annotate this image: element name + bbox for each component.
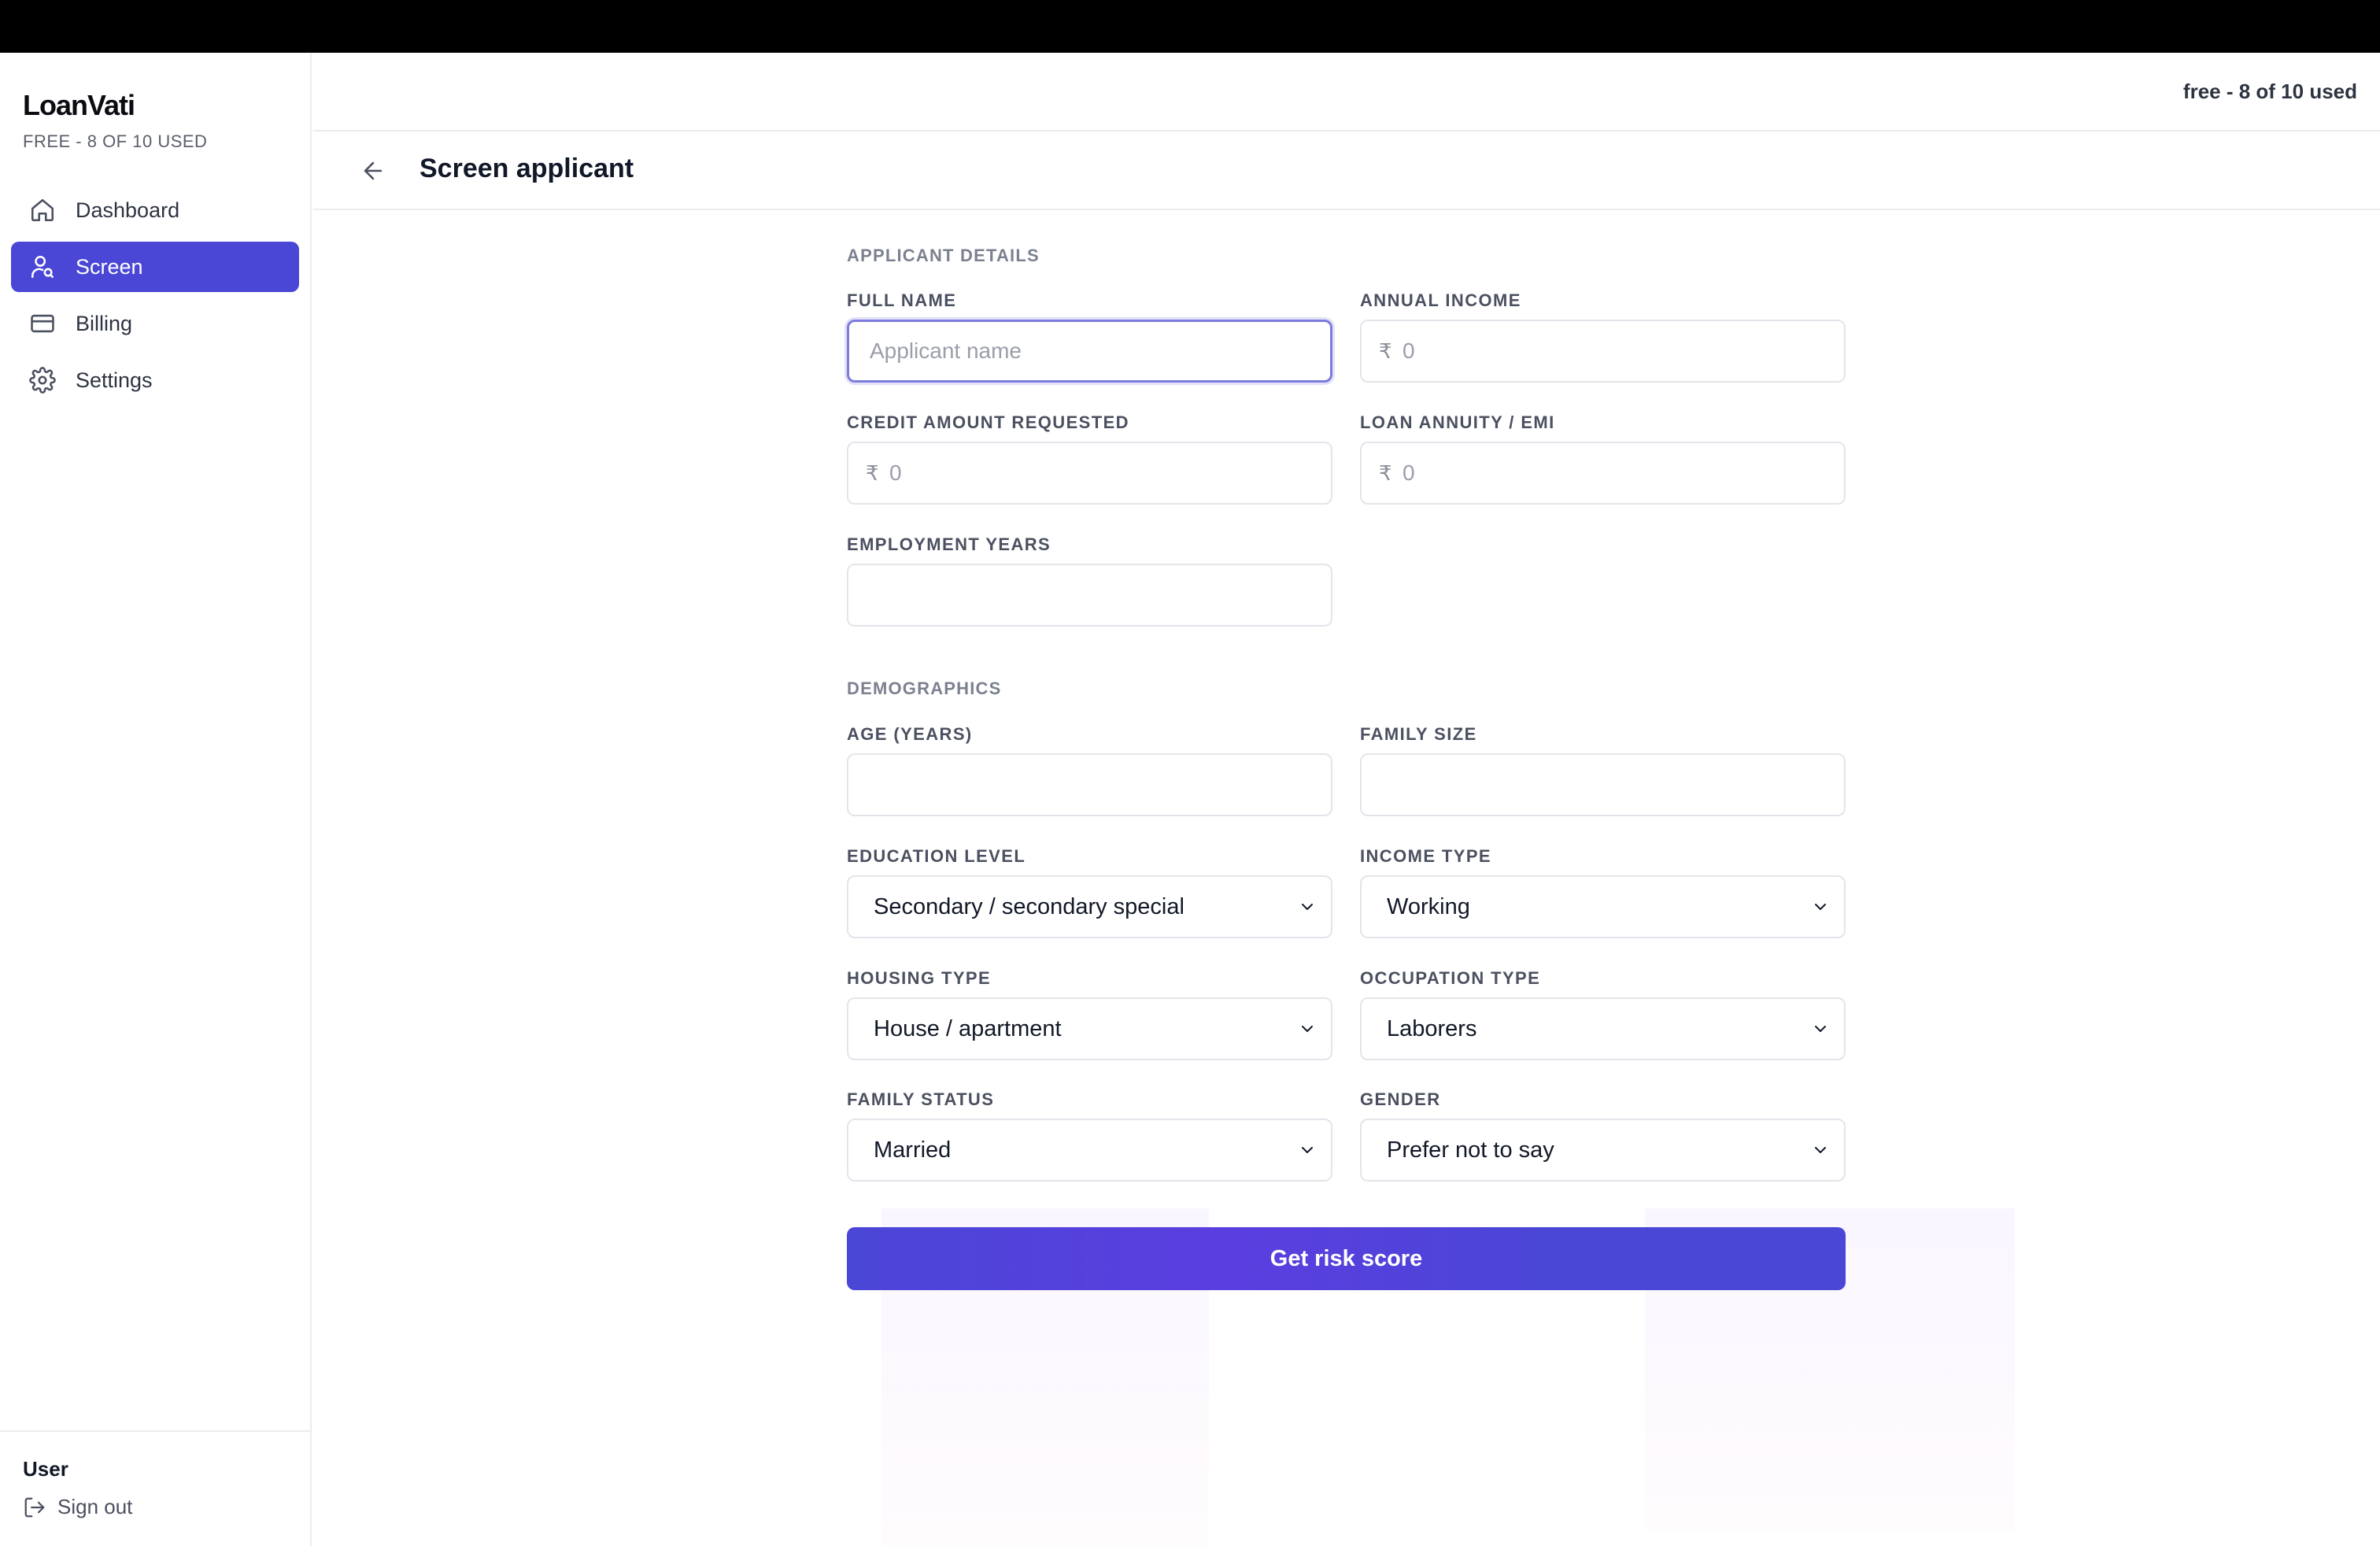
income-type-select[interactable]: Working xyxy=(1360,875,1846,938)
sidebar-footer: User Sign out xyxy=(0,1430,310,1546)
housing-select[interactable]: House / apartment xyxy=(847,997,1332,1060)
family-status-value: Married xyxy=(874,1137,952,1163)
full-name-label: FULL NAME xyxy=(847,290,957,310)
sidebar-item-screen[interactable]: Screen xyxy=(11,242,299,292)
sidebar-item-settings[interactable]: Settings xyxy=(11,355,299,405)
chevron-down-icon xyxy=(1815,904,1826,910)
credit-amount-label: CREDIT AMOUNT REQUESTED xyxy=(847,412,1129,432)
annual-income-input[interactable]: ₹ 0 xyxy=(1360,320,1846,383)
gear-icon xyxy=(28,366,57,394)
education-label: EDUCATION LEVEL xyxy=(847,846,1026,866)
chevron-down-icon xyxy=(1302,1147,1313,1153)
sidebar-item-label: Billing xyxy=(76,311,133,335)
page-header: Screen applicant xyxy=(313,131,2380,210)
user-name: User xyxy=(23,1457,68,1481)
home-icon xyxy=(28,196,57,224)
employment-years-label: EMPLOYMENT YEARS xyxy=(847,534,1051,554)
rupee-icon: ₹ xyxy=(1379,460,1392,485)
housing-value: House / apartment xyxy=(874,1015,1062,1041)
section-applicant-details: APPLICANT DETAILS xyxy=(847,246,1040,265)
sidebar-nav: Dashboard Screen Billing Settings xyxy=(11,185,299,412)
housing-label: HOUSING TYPE xyxy=(847,968,992,988)
user-search-icon xyxy=(28,253,57,281)
chevron-down-icon xyxy=(1302,904,1313,910)
sidebar-item-label: Screen xyxy=(76,254,143,279)
loan-annuity-placeholder: 0 xyxy=(1402,460,1415,485)
gender-value: Prefer not to say xyxy=(1387,1137,1554,1163)
loan-annuity-input[interactable]: ₹ 0 xyxy=(1360,442,1846,505)
rupee-icon: ₹ xyxy=(1379,338,1392,363)
annual-income-placeholder: 0 xyxy=(1402,338,1415,363)
sidebar-item-dashboard[interactable]: Dashboard xyxy=(11,185,299,235)
age-input[interactable] xyxy=(847,753,1332,816)
gender-select[interactable]: Prefer not to say xyxy=(1360,1119,1846,1182)
chevron-down-icon xyxy=(1815,1026,1826,1032)
full-name-placeholder: Applicant name xyxy=(870,338,1022,363)
family-size-input[interactable] xyxy=(1360,753,1846,816)
arrow-left-icon xyxy=(364,161,382,180)
family-size-label: FAMILY SIZE xyxy=(1360,724,1477,744)
full-name-input[interactable]: Applicant name xyxy=(847,320,1332,383)
family-status-label: FAMILY STATUS xyxy=(847,1089,995,1109)
chevron-down-icon xyxy=(1302,1026,1313,1032)
page-title: Screen applicant xyxy=(419,153,634,183)
credit-amount-placeholder: 0 xyxy=(889,460,902,485)
annual-income-label: ANNUAL INCOME xyxy=(1360,290,1521,310)
occupation-label: OCCUPATION TYPE xyxy=(1360,968,1541,988)
family-status-select[interactable]: Married xyxy=(847,1119,1332,1182)
rupee-icon: ₹ xyxy=(866,460,879,485)
app-logo: LoanVati xyxy=(23,89,135,121)
credit-amount-input[interactable]: ₹ 0 xyxy=(847,442,1332,505)
sidebar-item-label: Settings xyxy=(76,368,153,392)
sidebar: LoanVati FREE - 8 OF 10 USED Dashboard S… xyxy=(0,53,312,1546)
sidebar-item-label: Dashboard xyxy=(76,198,180,222)
sign-out-icon xyxy=(24,1497,45,1517)
loan-annuity-label: LOAN ANNUITY / EMI xyxy=(1360,412,1555,432)
gender-label: GENDER xyxy=(1360,1089,1441,1109)
top-black-bar xyxy=(0,0,2380,53)
age-label: AGE (YEARS) xyxy=(847,724,973,744)
occupation-value: Laborers xyxy=(1387,1015,1477,1041)
top-header: free - 8 of 10 used xyxy=(313,53,2380,131)
education-value: Secondary / secondary special xyxy=(874,893,1184,919)
education-select[interactable]: Secondary / secondary special xyxy=(847,875,1332,938)
chevron-down-icon xyxy=(1815,1147,1826,1153)
income-type-value: Working xyxy=(1387,893,1470,919)
employment-years-input[interactable] xyxy=(847,564,1332,627)
credit-card-icon xyxy=(28,309,57,338)
back-button[interactable] xyxy=(357,155,389,187)
get-risk-score-button[interactable]: Get risk score xyxy=(847,1227,1846,1290)
section-demographics: DEMOGRAPHICS xyxy=(847,679,1002,698)
income-type-label: INCOME TYPE xyxy=(1360,846,1491,866)
sign-out-link[interactable]: Sign out xyxy=(23,1495,132,1519)
plan-badge: FREE - 8 OF 10 USED xyxy=(23,131,208,151)
sidebar-item-billing[interactable]: Billing xyxy=(11,298,299,349)
sign-out-label: Sign out xyxy=(57,1495,133,1518)
usage-indicator: free - 8 of 10 used xyxy=(2182,80,2357,103)
occupation-select[interactable]: Laborers xyxy=(1360,997,1846,1060)
